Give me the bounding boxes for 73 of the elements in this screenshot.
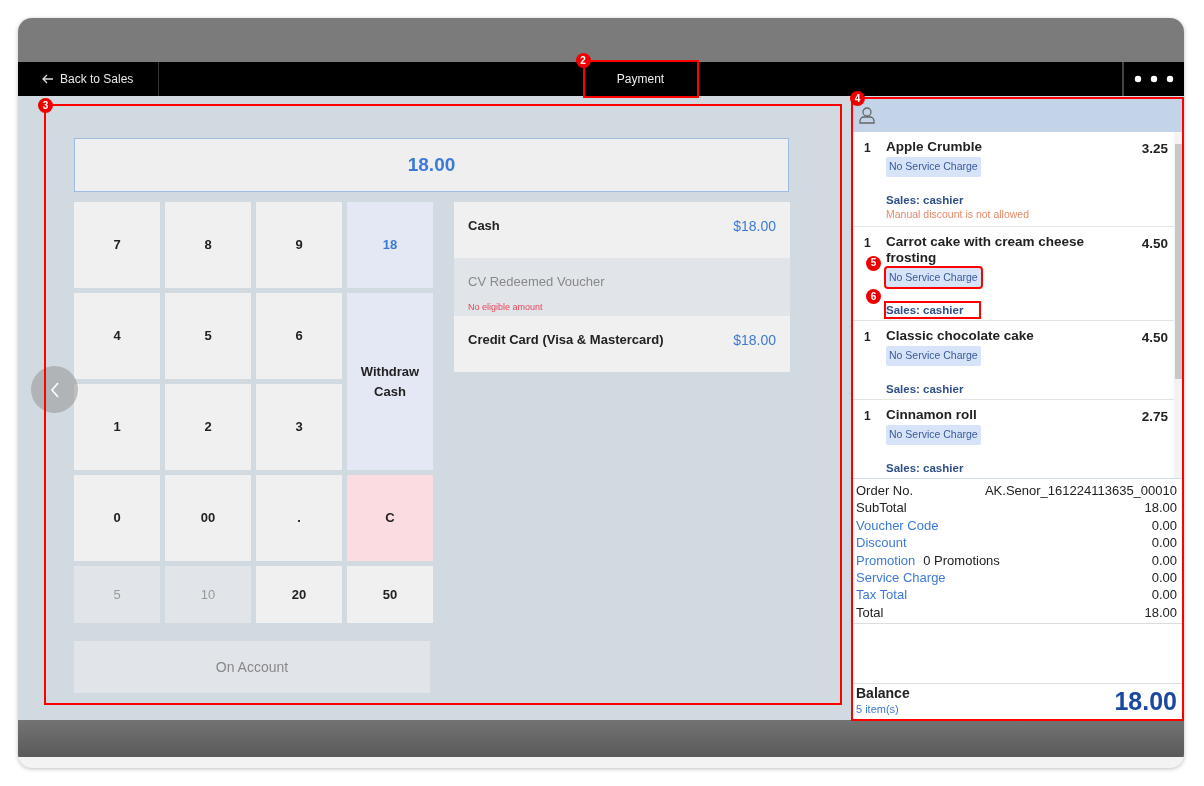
keypad-key[interactable]: 2 [165, 384, 251, 470]
more-icon [1134, 75, 1174, 83]
item-name: Classic chocolate cake [886, 328, 1034, 345]
service-charge-tag: No Service Charge [886, 346, 981, 366]
keypad-key[interactable]: 7 [74, 202, 160, 288]
payment-method-name: CV Redeemed Voucher [468, 273, 605, 291]
amount-field[interactable]: 18.00 [74, 138, 789, 192]
item-count: 5 item(s) [856, 702, 900, 718]
balance-label: Balance [856, 686, 910, 702]
summary-value: 0.00 [1151, 516, 1177, 535]
payment-method-name: Cash [468, 217, 500, 235]
summary-value: 0.00 [1151, 551, 1177, 570]
salesperson-label: Sales: cashier [886, 460, 965, 475]
item-quantity: 1 [864, 408, 872, 425]
callout-number: 5 [866, 255, 881, 271]
salesperson-label: Sales: cashier [886, 192, 965, 207]
summary-link[interactable]: Discount [856, 534, 907, 552]
keypad-key[interactable]: 4 [74, 293, 160, 379]
summary-label: Total [856, 603, 884, 622]
item-price: 2.75 [1141, 408, 1168, 426]
keypad-key[interactable]: C [347, 475, 433, 561]
service-charge-tag: No Service Charge [886, 157, 981, 177]
callout-number: 3 [38, 98, 53, 113]
callout-number: 6 [866, 289, 881, 305]
promotion-count: 0 Promotions [923, 551, 1000, 570]
keypad-key[interactable]: 6 [256, 293, 342, 379]
payment-note: No eligible amount [468, 301, 544, 313]
summary-value: 0.00 [1151, 569, 1177, 587]
salesperson-label: Sales: cashier [886, 382, 965, 396]
payment-amount: $18.00 [733, 331, 776, 350]
keypad-key[interactable]: 50 [347, 566, 433, 623]
keypad-key[interactable]: 5 [165, 293, 251, 379]
keypad-key[interactable]: 20 [256, 566, 342, 623]
item-price: 4.50 [1141, 329, 1168, 348]
chevron-left-icon [49, 380, 60, 399]
item-quantity: 1 [864, 329, 872, 347]
summary-link[interactable]: Promotion [856, 551, 916, 570]
balance-amount: 18.00 [1114, 686, 1177, 718]
previous-button[interactable] [31, 366, 78, 413]
summary-value: 18.00 [1144, 603, 1177, 622]
item-quantity: 1 [864, 140, 872, 157]
summary-link[interactable]: Voucher Code [856, 516, 939, 535]
keypad-key[interactable]: . [256, 475, 342, 561]
summary-link[interactable]: Tax Total [856, 586, 908, 604]
payment-amount: $18.00 [733, 217, 776, 236]
keypad-key[interactable]: 8 [165, 202, 251, 288]
item-quantity: 1 [864, 234, 872, 252]
payment-method[interactable]: Credit Card (Visa & Mastercard) $18.00 [454, 316, 790, 372]
item-name: Apple Crumble [886, 139, 982, 155]
keypad-key[interactable]: 00 [165, 475, 251, 561]
scrollbar[interactable] [1174, 132, 1183, 478]
keypad-key[interactable]: 0 [74, 475, 160, 561]
summary-value: 0.00 [1151, 534, 1177, 552]
summary-value: AK.Senor_161224113635_00010 [984, 482, 1177, 500]
summary-label: SubTotal [856, 499, 907, 517]
payment-method-name: Credit Card (Visa & Mastercard) [468, 331, 664, 349]
service-charge-tag: No Service Charge [886, 425, 981, 445]
back-arrow-icon [42, 74, 54, 84]
summary-value: 0.00 [1151, 586, 1177, 604]
discount-warning: Manual discount is not allowed [886, 206, 1029, 222]
summary-value: 18.00 [1144, 499, 1177, 517]
payment-method[interactable]: Cash $18.00 [454, 202, 790, 258]
summary-link[interactable]: Service Charge [856, 569, 946, 587]
item-name: Cinnamon roll [886, 407, 977, 423]
keypad-key[interactable]: Withdraw Cash [347, 293, 433, 470]
keypad-key[interactable]: 1 [74, 384, 160, 470]
keypad-key[interactable]: 9 [256, 202, 342, 288]
item-name: Carrot cake with cream cheese frosting [886, 233, 1086, 266]
item-price: 3.25 [1141, 140, 1168, 158]
keypad-key[interactable]: 3 [256, 384, 342, 470]
item-price: 4.50 [1141, 234, 1168, 253]
summary-label: Order No. [856, 482, 914, 500]
person-icon[interactable] [859, 106, 875, 124]
